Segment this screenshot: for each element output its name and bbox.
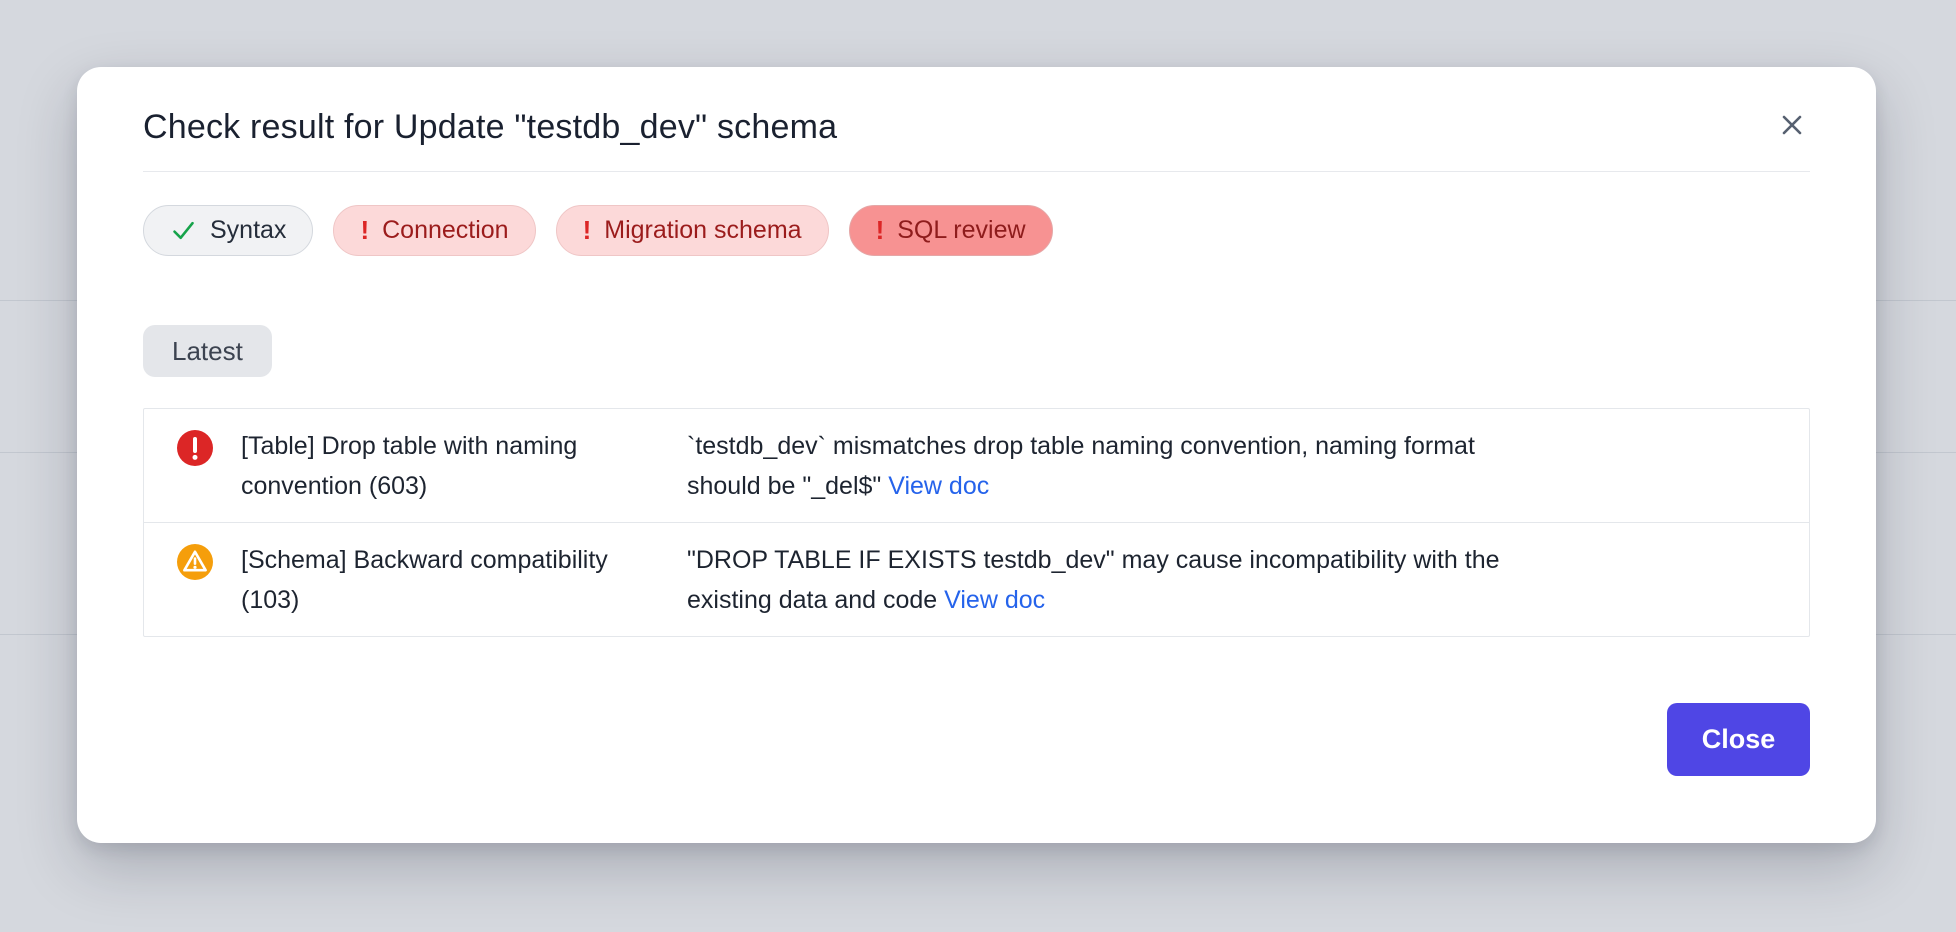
result-row-warning: [Schema] Backward compatibility (103) "D… xyxy=(144,522,1809,636)
x-icon xyxy=(1776,109,1808,141)
result-message-text: `testdb_dev` mismatches drop table namin… xyxy=(687,432,1475,500)
rule-name: [Table] Drop table with naming conventio… xyxy=(241,426,641,506)
modal-footer: Close xyxy=(143,703,1810,776)
modal-header: Check result for Update "testdb_dev" sch… xyxy=(143,105,1810,149)
badge-label: Migration schema xyxy=(604,216,801,245)
badge-label: Connection xyxy=(382,216,508,245)
close-icon[interactable] xyxy=(1774,107,1810,143)
view-doc-link[interactable]: View doc xyxy=(888,472,989,500)
status-badges: Syntax ! Connection ! Migration schema !… xyxy=(143,205,1810,256)
modal-title: Check result for Update "testdb_dev" sch… xyxy=(143,105,837,149)
message-column: "DROP TABLE IF EXISTS testdb_dev" may ca… xyxy=(687,540,1774,620)
latest-tab[interactable]: Latest xyxy=(143,325,272,377)
exclamation-icon: ! xyxy=(876,215,885,246)
result-message: "DROP TABLE IF EXISTS testdb_dev" may ca… xyxy=(687,540,1522,620)
badge-migration-schema[interactable]: ! Migration schema xyxy=(556,205,829,256)
error-icon xyxy=(177,430,213,466)
rule-column: [Schema] Backward compatibility (103) xyxy=(241,540,687,620)
exclamation-icon: ! xyxy=(360,215,369,246)
result-row-error: [Table] Drop table with naming conventio… xyxy=(144,409,1809,522)
result-message: `testdb_dev` mismatches drop table namin… xyxy=(687,426,1522,506)
view-doc-link[interactable]: View doc xyxy=(944,586,1045,614)
header-divider xyxy=(143,171,1810,172)
message-column: `testdb_dev` mismatches drop table namin… xyxy=(687,426,1774,506)
badge-syntax[interactable]: Syntax xyxy=(143,205,313,256)
warning-icon xyxy=(177,544,213,580)
close-button[interactable]: Close xyxy=(1667,703,1810,776)
result-message-text: "DROP TABLE IF EXISTS testdb_dev" may ca… xyxy=(687,546,1500,614)
badge-label: Syntax xyxy=(210,216,286,245)
check-result-modal: Check result for Update "testdb_dev" sch… xyxy=(77,67,1876,843)
rule-name: [Schema] Backward compatibility (103) xyxy=(241,540,641,620)
check-icon xyxy=(170,217,197,244)
badge-label: SQL review xyxy=(897,216,1025,245)
badge-connection[interactable]: ! Connection xyxy=(333,205,535,256)
results-table: [Table] Drop table with naming conventio… xyxy=(143,408,1810,637)
exclamation-icon: ! xyxy=(583,215,592,246)
badge-sql-review[interactable]: ! SQL review xyxy=(849,205,1053,256)
rule-column: [Table] Drop table with naming conventio… xyxy=(241,426,687,506)
